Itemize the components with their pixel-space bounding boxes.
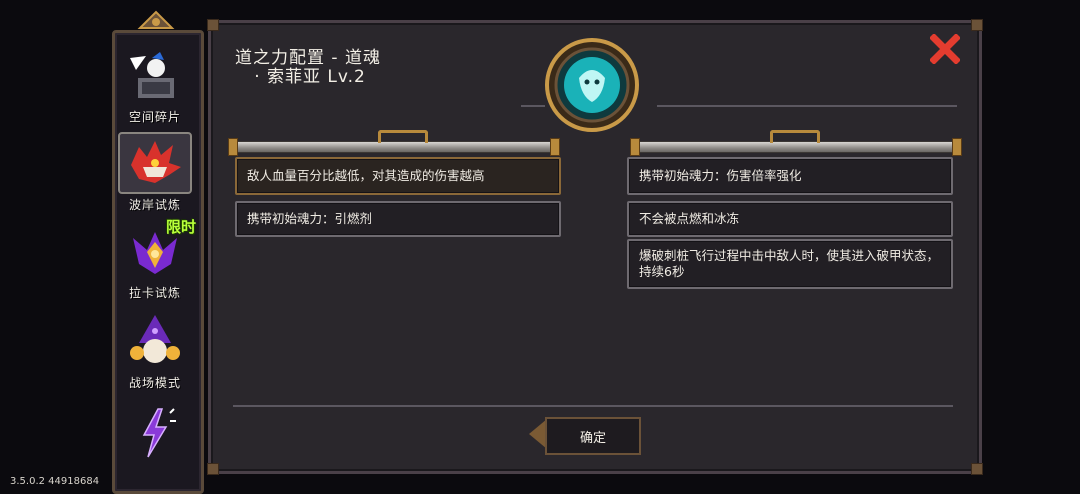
limited-time-badge: 限时	[165, 218, 196, 236]
sidebar-item-lightning[interactable]	[118, 402, 192, 484]
bottom-divider	[233, 405, 953, 407]
sidebar-item-label: 波岸试炼	[128, 198, 181, 212]
sidebar-item-shore-trial[interactable]: 波岸试炼	[118, 132, 192, 214]
left-pipe-decoration	[228, 130, 560, 156]
right-pipe-decoration	[630, 130, 962, 156]
soul-medallion-icon	[545, 38, 639, 132]
sidebar-item-label: 空间碎片	[128, 110, 181, 124]
wizard-icon	[130, 315, 180, 363]
effect-text: 不会被点燃和冰冻	[639, 211, 740, 226]
divider	[521, 105, 545, 107]
mode-sidebar: 空间碎片 波岸试炼 限时 拉卡试炼 战场模式	[108, 8, 204, 494]
effect-card[interactable]: 携带初始魂力：引燃剂	[235, 201, 561, 237]
confirm-button[interactable]: 确定	[545, 417, 641, 455]
effect-text: 携带初始魂力：伤害倍率强化	[639, 168, 802, 183]
close-icon[interactable]	[930, 34, 960, 64]
sidebar-crest-icon	[137, 10, 175, 29]
effect-card[interactable]: 携带初始魂力：伤害倍率强化	[627, 157, 953, 195]
lightning-icon	[142, 408, 176, 458]
effect-text: 携带初始魂力：引燃剂	[247, 211, 373, 226]
sidebar-item-label: 战场模式	[128, 376, 181, 390]
sidebar-item-label: 拉卡试炼	[128, 286, 181, 300]
red-dragon-icon	[131, 141, 181, 183]
shrine-icon	[130, 52, 174, 98]
sidebar-item-space-fragment[interactable]: 空间碎片	[118, 44, 192, 126]
version-label: 3.5.0.2 44918684	[10, 476, 100, 487]
effect-text: 爆破刺桩飞行过程中击中敌人时，使其进入破甲状态，持续6秒	[639, 248, 940, 279]
effect-card[interactable]: 敌人血量百分比越低，对其造成的伤害越高	[235, 157, 561, 195]
page-title: 道之力配置 - 道魂 · 索菲亚 Lv.2	[235, 48, 381, 87]
sidebar-item-raka-trial[interactable]: 限时 拉卡试炼	[118, 218, 196, 302]
effect-card[interactable]: 爆破刺桩飞行过程中击中敌人时，使其进入破甲状态，持续6秒	[627, 239, 953, 289]
divider	[657, 105, 957, 107]
effect-text: 敌人血量百分比越低，对其造成的伤害越高	[247, 168, 485, 183]
sidebar-item-battlefield-mode[interactable]: 战场模式	[118, 310, 192, 392]
effect-card[interactable]: 不会被点燃和冰冻	[627, 201, 953, 237]
